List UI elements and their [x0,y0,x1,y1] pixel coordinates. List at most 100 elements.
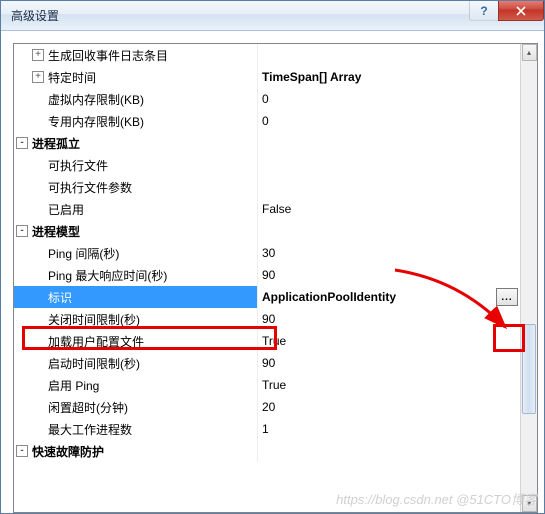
property-label-cell[interactable]: 加载用户配置文件 [14,330,258,352]
property-value-cell[interactable] [258,220,520,242]
window-buttons: ? [470,1,544,21]
scroll-down-button[interactable]: ▾ [522,495,537,512]
property-label: 加载用户配置文件 [48,333,144,350]
category-row[interactable]: -快速故障防护 [14,440,520,462]
property-label: 快速故障防护 [32,443,104,460]
property-label-cell[interactable]: -快速故障防护 [14,440,258,462]
window-title: 高级设置 [1,7,59,24]
property-row[interactable]: 可执行文件 [14,154,520,176]
property-value-cell[interactable] [258,44,520,66]
property-value: 90 [262,312,275,326]
property-label: 启动时间限制(秒) [48,355,140,372]
property-row[interactable]: 可执行文件参数 [14,176,520,198]
help-button[interactable]: ? [469,1,499,21]
scroll-thumb[interactable] [522,324,536,414]
property-row[interactable]: 关闭时间限制(秒) 90 [14,308,520,330]
property-row[interactable]: 最大工作进程数 1 [14,418,520,440]
property-label-cell[interactable]: 已启用 [14,198,258,220]
titlebar[interactable]: 高级设置 ? [1,1,544,31]
property-label: 生成回收事件日志条目 [48,47,168,64]
property-row[interactable]: 启动时间限制(秒) 90 [14,352,520,374]
property-label: 已启用 [48,201,84,218]
property-label-cell[interactable]: + 特定时间 [14,66,258,88]
property-label-cell[interactable]: Ping 最大响应时间(秒) [14,264,258,286]
property-label-cell[interactable]: 最大工作进程数 [14,418,258,440]
property-value: 90 [262,268,275,282]
property-value-cell[interactable] [258,154,520,176]
collapse-icon[interactable]: - [16,225,28,237]
property-value-cell[interactable] [258,132,520,154]
property-label: 虚拟内存限制(KB) [48,91,144,108]
property-label-cell[interactable]: 专用内存限制(KB) [14,110,258,132]
property-label: 闲置超时(分钟) [48,399,128,416]
property-label: 最大工作进程数 [48,421,132,438]
property-value-cell[interactable] [258,440,520,462]
expand-icon[interactable]: + [32,49,44,61]
property-label-cell[interactable]: 可执行文件参数 [14,176,258,198]
property-row[interactable]: 专用内存限制(KB) 0 [14,110,520,132]
property-row[interactable]: Ping 间隔(秒)30 [14,242,520,264]
property-label: 启用 Ping [48,377,99,394]
property-row[interactable]: 虚拟内存限制(KB) 0 [14,88,520,110]
category-row[interactable]: -进程模型 [14,220,520,242]
property-row[interactable]: + 生成回收事件日志条目 [14,44,520,66]
property-value-cell[interactable]: 1 [258,418,520,440]
browse-button[interactable]: ... [496,288,518,306]
property-value-cell[interactable]: 90 [258,352,520,374]
property-label: 可执行文件 [48,157,108,174]
property-value-cell[interactable]: True [258,374,520,396]
property-label-cell[interactable]: 可执行文件 [14,154,258,176]
property-value-cell[interactable]: 30 [258,242,520,264]
property-value: True [262,334,286,348]
property-row[interactable]: Ping 最大响应时间(秒) 90 [14,264,520,286]
property-label: Ping 最大响应时间(秒) [48,267,167,284]
close-icon [516,6,526,16]
property-label-cell[interactable]: 闲置超时(分钟) [14,396,258,418]
property-label: 可执行文件参数 [48,179,132,196]
property-value: False [262,202,291,216]
property-label-cell[interactable]: -进程孤立 [14,132,258,154]
property-value: 1 [262,422,269,436]
collapse-icon[interactable]: - [16,445,28,457]
property-label-cell[interactable]: 标识 [14,286,258,308]
property-value-cell[interactable]: ApplicationPoolIdentity... [258,286,520,308]
property-row[interactable]: 加载用户配置文件 True [14,330,520,352]
property-row[interactable]: 启用 Ping True [14,374,520,396]
property-label: 专用内存限制(KB) [48,113,144,130]
property-label-cell[interactable]: -进程模型 [14,220,258,242]
property-value-cell[interactable]: True [258,330,520,352]
property-row[interactable]: 闲置超时(分钟) 20 [14,396,520,418]
expand-icon[interactable]: + [32,71,44,83]
property-label-cell[interactable]: Ping 间隔(秒) [14,242,258,264]
category-row[interactable]: -进程孤立 [14,132,520,154]
property-label-cell[interactable]: 虚拟内存限制(KB) [14,88,258,110]
property-grid-wrap: +生成回收事件日志条目+特定时间TimeSpan[] Array虚拟内存限制(K… [13,43,538,513]
property-value: 90 [262,356,275,370]
property-row[interactable]: + 特定时间 TimeSpan[] Array [14,66,520,88]
property-value-cell[interactable]: 90 [258,308,520,330]
close-button[interactable] [498,1,544,21]
scroll-up-button[interactable]: ▴ [522,44,537,61]
vertical-scrollbar[interactable]: ▴ ▾ [520,44,537,512]
property-label-cell[interactable]: 启用 Ping [14,374,258,396]
property-value: 20 [262,400,275,414]
property-label: 进程孤立 [32,135,80,152]
property-label-cell[interactable]: 启动时间限制(秒) [14,352,258,374]
property-value-cell[interactable]: False [258,198,520,220]
collapse-icon[interactable]: - [16,137,28,149]
property-value-cell[interactable]: 0 [258,110,520,132]
property-row[interactable]: 标识 ApplicationPoolIdentity... [14,286,520,308]
property-label-cell[interactable]: 关闭时间限制(秒) [14,308,258,330]
property-label: 特定时间 [48,69,96,86]
property-value-cell[interactable]: 0 [258,88,520,110]
property-value-cell[interactable]: 90 [258,264,520,286]
property-grid[interactable]: +生成回收事件日志条目+特定时间TimeSpan[] Array虚拟内存限制(K… [14,44,520,512]
property-row[interactable]: 已启用 False [14,198,520,220]
property-value-cell[interactable] [258,176,520,198]
dialog-content: +生成回收事件日志条目+特定时间TimeSpan[] Array虚拟内存限制(K… [1,31,544,513]
property-value-cell[interactable]: 20 [258,396,520,418]
property-label: 标识 [48,289,72,306]
property-value-cell[interactable]: TimeSpan[] Array [258,66,520,88]
property-value: 0 [262,114,269,128]
property-label-cell[interactable]: + 生成回收事件日志条目 [14,44,258,66]
